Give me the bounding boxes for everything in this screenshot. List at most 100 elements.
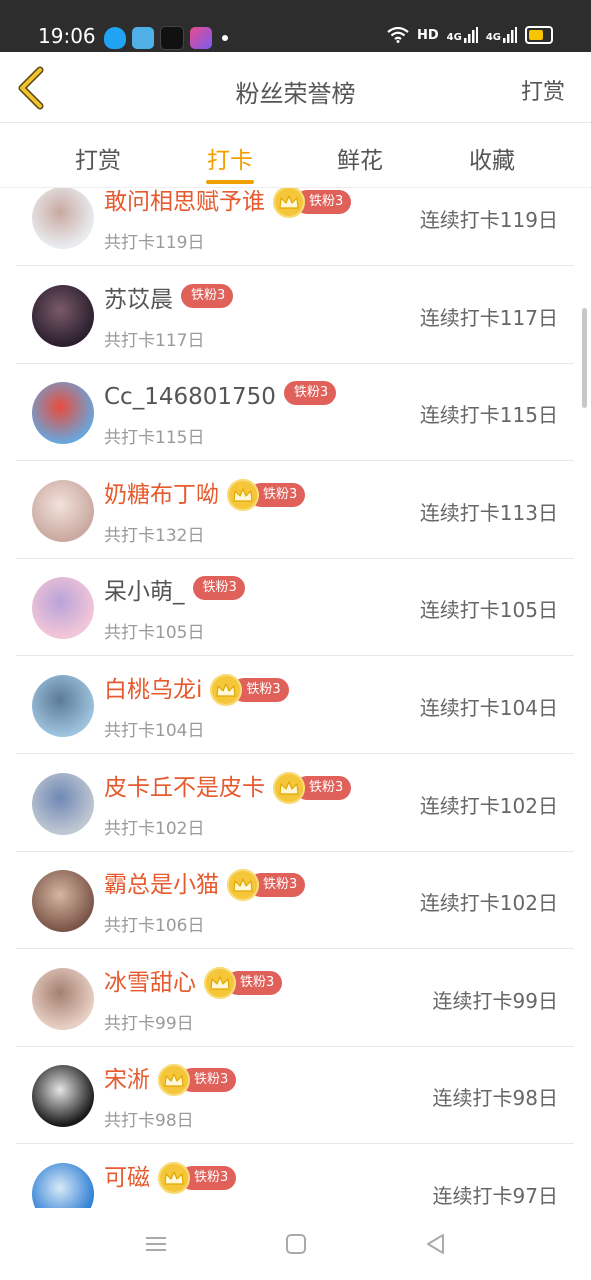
app-notification-icon [190,27,212,49]
avatar[interactable] [32,284,94,347]
user-name: 奶糖布丁呦 [104,481,219,508]
list-item[interactable]: 敢问相思赋予谁 铁粉3 共打卡119日 连续打卡119日 [16,188,574,266]
hd-indicator: HD [416,27,439,43]
fan-badge: 铁粉3 [210,674,289,706]
user-name: 呆小萌_ [104,579,185,606]
user-name: 宋淅 [104,1067,150,1094]
user-name: 白桃乌龙i [104,677,203,703]
fan-badge: 铁粉3 [181,283,234,308]
fan-level-badge: 铁粉3 [192,576,245,601]
page-title: 粉丝荣誉榜 [235,80,356,108]
message-app-icon [132,27,154,49]
total-checkin-days: 共打卡106日 [104,916,205,937]
menu-icon[interactable] [142,1230,170,1258]
fan-badge: 铁粉3 [273,771,352,804]
streak-checkin-days: 连续打卡115日 [419,403,558,428]
total-checkin-days: 共打卡117日 [104,330,205,351]
avatar[interactable] [32,675,94,737]
crown-icon [204,966,236,999]
wifi-icon [387,27,409,43]
tab-checkin[interactable]: 打卡 [207,141,253,175]
notification-icons [104,26,228,50]
more-notifications-dot-icon [222,35,228,41]
streak-checkin-days: 连续打卡105日 [419,598,558,623]
fan-badge: 铁粉3 [158,1162,237,1194]
streak-checkin-days: 连续打卡104日 [419,696,558,720]
user-name: 皮卡丘不是皮卡 [104,774,265,801]
avatar[interactable] [32,577,94,640]
avatar[interactable] [32,967,94,1030]
crown-icon [273,188,305,218]
list-item[interactable]: Cc_146801750 铁粉3 共打卡115日 连续打卡115日 [16,363,574,462]
list-item[interactable]: 宋淅 铁粉3 共打卡98日 连续打卡98日 [16,1046,574,1145]
streak-checkin-days: 连续打卡102日 [419,793,558,818]
tab-flowers[interactable]: 鲜花 [337,141,383,175]
user-name: 霸总是小猫 [104,872,219,899]
list-item[interactable]: 皮卡丘不是皮卡 铁粉3 共打卡102日 连续打卡102日 [16,754,574,852]
streak-checkin-days: 连续打卡99日 [432,988,558,1013]
streak-checkin-days: 连续打卡117日 [419,305,558,330]
total-checkin-days: 共打卡105日 [104,623,205,644]
avatar[interactable] [32,479,94,542]
scrollbar[interactable] [582,308,587,408]
crown-icon [210,674,243,706]
crown-icon [273,771,305,804]
crown-icon [158,1162,190,1194]
status-time: 19:06 [38,24,96,48]
avatar[interactable] [32,772,94,835]
tiktok-app-icon [160,26,184,50]
streak-checkin-days: 连续打卡98日 [432,1086,558,1111]
status-bar: 19:06 HD 4G 4G [0,0,591,52]
qq-app-icon [104,27,126,49]
fan-badge: 铁粉3 [158,1064,237,1097]
list-item[interactable]: 奶糖布丁呦 铁粉3 共打卡132日 连续打卡113日 [16,461,574,559]
avatar[interactable] [32,1065,94,1128]
user-name: 敢问相思赋予谁 [104,189,265,215]
system-indicators: HD 4G 4G [387,26,553,44]
user-name: 冰雪甜心 [104,969,196,996]
streak-checkin-days: 连续打卡97日 [432,1184,558,1208]
home-square-icon[interactable] [282,1230,310,1258]
tab-reward[interactable]: 打赏 [75,141,121,175]
list-item[interactable]: 白桃乌龙i 铁粉3 共打卡104日 连续打卡104日 [16,656,574,754]
user-name: 可磁 [104,1165,150,1191]
total-checkin-days: 共打卡115日 [104,428,205,449]
list-item[interactable]: 可磁铁粉3共打卡97日连续打卡97日 [16,1144,574,1208]
streak-checkin-days: 连续打卡119日 [419,208,558,232]
user-name: Cc_146801750 [104,384,276,411]
fan-badge: 铁粉3 [273,188,352,218]
active-tab-indicator [206,180,254,184]
total-checkin-days: 共打卡98日 [104,1111,194,1132]
fan-level-badge: 铁粉3 [283,381,337,406]
list-item[interactable]: 霸总是小猫 铁粉3 共打卡106日 连续打卡102日 [16,851,574,950]
battery-icon [525,26,553,44]
app-header: 粉丝荣誉榜 打赏 [0,52,591,123]
avatar[interactable] [32,188,94,249]
list-item[interactable]: 呆小萌_ 铁粉3 共打卡105日 连续打卡105日 [16,558,574,657]
total-checkin-days: 共打卡104日 [104,721,205,741]
reward-button[interactable]: 打赏 [521,74,565,106]
signal-icon-2: 4G [486,27,517,43]
user-name: 苏苡晨 [104,286,173,313]
streak-checkin-days: 连续打卡113日 [419,500,558,525]
tab-favorites[interactable]: 收藏 [469,141,515,175]
total-checkin-days: 共打卡119日 [104,233,205,253]
system-nav-bar [0,1208,591,1280]
total-checkin-days: 共打卡99日 [104,1013,194,1034]
total-checkin-days: 共打卡132日 [104,525,205,546]
back-triangle-icon[interactable] [422,1230,450,1258]
crown-icon [158,1064,190,1097]
streak-checkin-days: 连续打卡102日 [419,891,558,916]
avatar[interactable] [32,1163,94,1208]
fan-ranking-list: 敢问相思赋予谁 铁粉3 共打卡119日 连续打卡119日 苏苡晨 铁粉3 共打卡117日 连续… [0,188,591,1208]
list-item[interactable]: 冰雪甜心 铁粉3 共打卡99日 连续打卡99日 [16,949,574,1047]
avatar[interactable] [32,382,94,445]
crown-icon [227,478,259,511]
fan-level-badge: 铁粉3 [181,283,234,308]
signal-icon-1: 4G [447,27,478,43]
avatar[interactable] [32,870,94,933]
fan-badge: 铁粉3 [227,478,306,511]
list-item[interactable]: 苏苡晨 铁粉3 共打卡117日 连续打卡117日 [16,266,574,364]
total-checkin-days: 共打卡102日 [104,818,205,839]
tab-bar: 打赏 打卡 鲜花 收藏 [0,123,591,188]
